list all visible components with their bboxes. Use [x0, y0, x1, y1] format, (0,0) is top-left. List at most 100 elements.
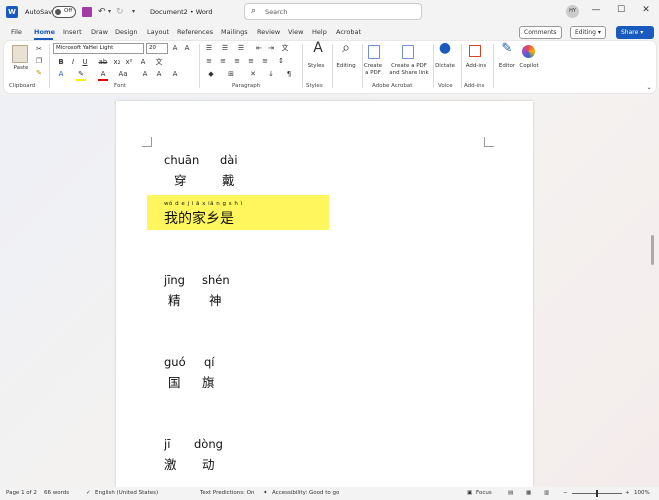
character-border-icon[interactable]: A: [170, 70, 180, 79]
borders-icon[interactable]: ⊞: [226, 70, 236, 79]
minimize-button[interactable]: —: [589, 5, 603, 15]
focus-mode[interactable]: Focus: [476, 490, 492, 496]
editing-mode-button[interactable]: Editing ▾: [570, 26, 606, 39]
chevron-down-icon[interactable]: ▾: [108, 7, 111, 17]
shading-icon[interactable]: ◆: [206, 70, 216, 79]
clear-formatting-icon[interactable]: A: [138, 58, 148, 67]
tab-help[interactable]: Help: [312, 28, 327, 36]
tab-acrobat[interactable]: Acrobat: [336, 28, 361, 36]
close-button[interactable]: ✕: [639, 5, 653, 15]
font-size-select[interactable]: 20: [146, 43, 168, 54]
collapse-ribbon-icon[interactable]: ⌄: [644, 83, 654, 92]
tab-insert[interactable]: Insert: [63, 28, 82, 36]
focus-icon[interactable]: ▣: [467, 490, 472, 496]
vertical-scrollbar[interactable]: [651, 235, 654, 265]
font-name-select[interactable]: Microsoft YaHei Light: [53, 43, 144, 54]
hanzi-char: 神: [209, 293, 222, 308]
shrink-font-icon[interactable]: A: [182, 44, 192, 53]
zoom-in-icon[interactable]: +: [625, 490, 630, 496]
font-group-label: Font: [114, 83, 126, 89]
align-left-icon[interactable]: ≡: [204, 57, 214, 66]
add-ins-icon[interactable]: [469, 45, 481, 57]
search-icon: ⌕: [251, 6, 257, 16]
search-box[interactable]: ⌕ Search: [244, 3, 422, 20]
tab-draw[interactable]: Draw: [91, 28, 108, 36]
bold-icon[interactable]: B: [56, 58, 66, 67]
tab-references[interactable]: References: [177, 28, 213, 36]
subscript-icon[interactable]: x₂: [112, 58, 122, 67]
phonetic-guide-icon[interactable]: 文: [154, 58, 164, 67]
share-pdf-label-1: Create a PDF: [391, 63, 427, 69]
copy-icon[interactable]: ❐: [34, 57, 44, 66]
editor-icon[interactable]: ✎: [500, 42, 514, 55]
line-spacing-icon[interactable]: ↕: [276, 57, 286, 66]
superscript-icon[interactable]: x²: [124, 58, 134, 67]
microphone-icon[interactable]: ●: [438, 41, 452, 55]
tab-file[interactable]: File: [11, 28, 22, 36]
change-case-icon[interactable]: Aa: [118, 70, 128, 79]
zoom-slider-handle[interactable]: [596, 490, 598, 497]
text-effects-icon[interactable]: A: [56, 70, 66, 79]
distributed-icon[interactable]: ≡: [260, 57, 270, 66]
bullets-icon[interactable]: ☰: [204, 44, 214, 53]
save-icon[interactable]: [82, 7, 92, 17]
paste-icon[interactable]: [12, 45, 28, 63]
tab-view[interactable]: View: [288, 28, 303, 36]
cut-icon[interactable]: ✂: [34, 45, 44, 54]
highlight-color-icon[interactable]: ✎: [76, 70, 86, 81]
tab-design[interactable]: Design: [115, 28, 137, 36]
format-painter-icon[interactable]: ✎: [34, 69, 44, 78]
grow-font-2-icon[interactable]: A: [140, 70, 150, 79]
zoom-level[interactable]: 100%: [634, 490, 650, 496]
align-center-icon[interactable]: ≡: [218, 57, 228, 66]
grow-font-icon[interactable]: A: [170, 44, 180, 53]
share-pdf-icon[interactable]: [402, 45, 414, 59]
tab-review[interactable]: Review: [257, 28, 280, 36]
strikethrough-icon[interactable]: ab: [98, 58, 108, 67]
language[interactable]: English (United States): [95, 490, 158, 496]
redo-icon[interactable]: ↻: [116, 7, 124, 17]
share-button[interactable]: Share ▾: [616, 26, 654, 39]
comments-button[interactable]: Comments: [519, 26, 562, 39]
restore-button[interactable]: ☐: [614, 5, 628, 15]
sort-icon[interactable]: ↓: [266, 70, 276, 79]
shrink-font-2-icon[interactable]: A: [154, 70, 164, 79]
print-layout-icon[interactable]: ▦: [526, 490, 531, 496]
avatar[interactable]: HY: [566, 5, 579, 18]
align-right-icon[interactable]: ≡: [232, 57, 242, 66]
increase-indent-icon[interactable]: ⇥: [266, 44, 276, 53]
undo-icon[interactable]: ↶: [98, 7, 106, 17]
accessibility-icon[interactable]: ✦: [263, 490, 268, 496]
italic-icon[interactable]: I: [68, 58, 78, 67]
justify-icon[interactable]: ≡: [246, 57, 256, 66]
proofing-icon[interactable]: ✓: [86, 490, 91, 496]
underline-icon[interactable]: U: [80, 58, 90, 67]
create-pdf-icon[interactable]: [368, 45, 380, 59]
show-formatting-icon[interactable]: ¶: [284, 70, 294, 79]
read-mode-icon[interactable]: ▤: [508, 490, 513, 496]
paragraph-group-label: Paragraph: [232, 83, 261, 89]
tab-layout[interactable]: Layout: [147, 28, 169, 36]
decrease-indent-icon[interactable]: ⇤: [254, 44, 264, 53]
zoom-out-icon[interactable]: −: [563, 490, 568, 496]
font-color-icon[interactable]: A: [98, 70, 108, 81]
tab-mailings[interactable]: Mailings: [221, 28, 248, 36]
word-count[interactable]: 66 words: [44, 490, 69, 496]
numbering-icon[interactable]: ☰: [220, 44, 230, 53]
asian-layout-icon[interactable]: ✕: [248, 70, 258, 79]
styles-icon[interactable]: A: [310, 41, 326, 55]
find-icon[interactable]: ⌕: [338, 41, 354, 55]
customize-qat-icon[interactable]: ▾: [132, 7, 135, 17]
multilevel-list-icon[interactable]: ☰: [236, 44, 246, 53]
chinese-layout-icon[interactable]: 文: [280, 44, 290, 53]
page-count[interactable]: Page 1 of 2: [6, 490, 37, 496]
hanzi-char: 动: [202, 457, 215, 472]
tab-home[interactable]: Home: [34, 28, 55, 36]
text-predictions[interactable]: Text Predictions: On: [200, 490, 254, 496]
share-label: Share: [621, 29, 639, 36]
accessibility-status[interactable]: Accessibility: Good to go: [272, 490, 339, 496]
copilot-icon[interactable]: [522, 45, 535, 58]
autosave-toggle[interactable]: Off: [52, 6, 76, 18]
document-page[interactable]: chuān dài 穿 戴 wǒ d e j i ā x iā n g s h …: [116, 101, 533, 487]
web-layout-icon[interactable]: ▥: [544, 490, 549, 496]
